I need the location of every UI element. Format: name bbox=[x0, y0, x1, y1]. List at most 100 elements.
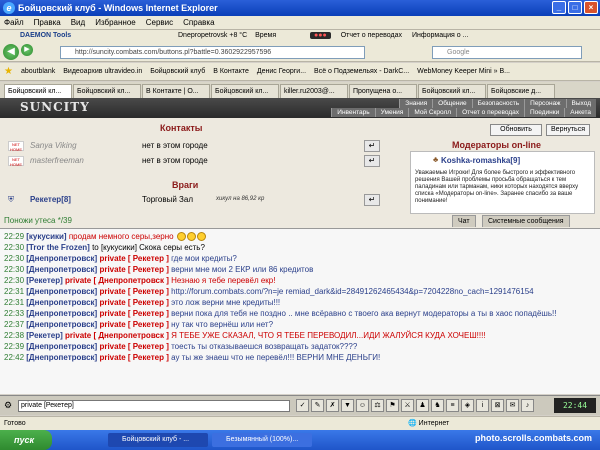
contact-location: нет в этом городе bbox=[142, 141, 208, 150]
close-button[interactable]: × bbox=[584, 1, 598, 14]
favorite-item[interactable]: Денис Георги... bbox=[257, 68, 306, 75]
chat-settings-icon[interactable]: ⚙ bbox=[4, 400, 12, 411]
moderators-panel: ♣ Koshka-romashka[9] Уважаемые Игроки! Д… bbox=[410, 151, 595, 214]
menu-view[interactable]: Вид bbox=[71, 18, 85, 27]
browser-tab[interactable]: Бойцовский кл... bbox=[211, 84, 279, 98]
browser-tab[interactable]: Бойцовский кл... bbox=[4, 84, 72, 98]
browser-tab[interactable]: killer.ru2003@... bbox=[280, 84, 348, 98]
enemy-row: ⛨ Рекетер[8] Торговый Зал хикул на 86,92… bbox=[8, 194, 383, 208]
taskbar-item[interactable]: Бойцовский клуб - ... bbox=[108, 433, 208, 447]
user-icon[interactable]: ♟ bbox=[416, 399, 429, 412]
start-button[interactable]: пуск bbox=[0, 430, 52, 450]
browser-tabs: Бойцовский кл... Бойцовский кл... В Конт… bbox=[0, 82, 600, 98]
search-input[interactable]: Google bbox=[432, 46, 582, 59]
game-menu-item[interactable]: Умения bbox=[374, 108, 409, 117]
watermark: photo.scrolls.combats.com bbox=[474, 433, 592, 443]
weather-widget[interactable]: Dnepropetrovsk +8 °C Время bbox=[178, 32, 276, 39]
address-input[interactable]: http://suncity.combats.com/buttons.pl?ba… bbox=[60, 46, 365, 59]
enter-arrow-icon[interactable]: ↵ bbox=[364, 194, 380, 206]
transfer-report-link[interactable]: Отчет о переводах bbox=[341, 32, 402, 39]
favorite-item[interactable]: Бойцовский клуб bbox=[150, 68, 205, 75]
fight-icon[interactable]: ⚔ bbox=[401, 399, 414, 412]
internet-zone: 🌐 Интернет bbox=[408, 420, 450, 427]
status-bar: Готово 🌐 Интернет bbox=[0, 416, 600, 430]
menu-favorites[interactable]: Избранное bbox=[95, 18, 136, 27]
favorite-item[interactable]: Видеоархив ultravideo.in bbox=[63, 68, 142, 75]
enter-arrow-icon[interactable]: ↵ bbox=[364, 140, 380, 152]
favorite-item[interactable]: В Контакте bbox=[213, 68, 249, 75]
back-arrow-icon[interactable]: ◀ bbox=[3, 44, 19, 60]
mail-icon[interactable]: ✉ bbox=[506, 399, 519, 412]
game-menu-item[interactable]: Выход bbox=[565, 99, 596, 108]
game-clock: 22:44 bbox=[554, 398, 596, 413]
chat-location: Поножи утеса */39 bbox=[4, 216, 72, 225]
smiley-icon bbox=[186, 232, 196, 242]
enemy-name[interactable]: Рекетер[8] bbox=[30, 195, 71, 204]
game-menu-item[interactable]: Общение bbox=[432, 99, 472, 108]
browser-tab[interactable]: Бойцовский кл... bbox=[418, 84, 486, 98]
maximize-button[interactable]: □ bbox=[568, 1, 582, 14]
party-icon[interactable]: ⚑ bbox=[386, 399, 399, 412]
sound-icon[interactable]: ♪ bbox=[521, 399, 534, 412]
clear-icon[interactable]: ✗ bbox=[326, 399, 339, 412]
browser-tab[interactable]: Пропущена о... bbox=[349, 84, 417, 98]
game-menu-item[interactable]: Инвентарь bbox=[331, 108, 375, 117]
minimize-button[interactable]: _ bbox=[552, 1, 566, 14]
game-menu-item[interactable]: Мой Скролл bbox=[408, 108, 457, 117]
star-icon[interactable]: ★ bbox=[4, 66, 13, 77]
taskbar-item[interactable]: Безымянный (100%)... bbox=[212, 433, 312, 447]
filter-icon[interactable]: ▼ bbox=[341, 399, 354, 412]
smiley-icon bbox=[196, 232, 206, 242]
browser-tab[interactable]: В Контакте | О... bbox=[142, 84, 210, 98]
game-menu-item[interactable]: Персонаж bbox=[524, 99, 566, 108]
game-menu-item[interactable]: Поединки bbox=[523, 108, 565, 117]
send-icon[interactable]: ✓ bbox=[296, 399, 309, 412]
moderator-name[interactable]: Koshka-romashka[9] bbox=[441, 156, 520, 165]
menu-edit[interactable]: Правка bbox=[34, 18, 61, 27]
window-titlebar: e Бойцовский клуб - Windows Internet Exp… bbox=[0, 0, 600, 16]
scroll-icon[interactable]: ≡ bbox=[446, 399, 459, 412]
edit-icon[interactable]: ✎ bbox=[311, 399, 324, 412]
chat-message: 22:39 [Днепропетровск] private [ Рекетер… bbox=[4, 342, 358, 351]
moderators-notice: Уважаемые Игроки! Для более быстрого и э… bbox=[415, 170, 579, 204]
chat-message: 22:31 [Днепропетровск] private [ Рекетер… bbox=[4, 287, 534, 296]
enter-arrow-icon[interactable]: ↵ bbox=[364, 155, 380, 167]
tab-system-messages[interactable]: Системные сообщения bbox=[482, 215, 570, 227]
chat-input-bar: ⚙ private [Рекетер] ✓ ✎ ✗ ▼ ☺ ⚖ ⚑ ⚔ ♟ ♞ … bbox=[0, 395, 600, 415]
trade-icon[interactable]: ⚖ bbox=[371, 399, 384, 412]
chat-message: 22:38 [Рекетер] private [ Днепропетровск… bbox=[4, 331, 486, 340]
chat-toolbar: ✓ ✎ ✗ ▼ ☺ ⚖ ⚑ ⚔ ♟ ♞ ≡ ◈ i ⊠ ✉ ♪ bbox=[296, 399, 534, 412]
forward-arrow-icon[interactable]: ▶ bbox=[21, 44, 33, 56]
contact-status-icon: NET HOME bbox=[8, 141, 24, 152]
browser-tab[interactable]: Бойцовские д... bbox=[487, 84, 555, 98]
menu-tools[interactable]: Сервис bbox=[146, 18, 173, 27]
enemy-note: хикул на 86,92 кр bbox=[216, 196, 265, 202]
info-icon[interactable]: i bbox=[476, 399, 489, 412]
refresh-button[interactable]: Обновить bbox=[490, 124, 542, 136]
game-menu-item[interactable]: Знания bbox=[399, 99, 433, 108]
game-menu-item[interactable]: Анкета bbox=[564, 108, 596, 117]
chat-input[interactable]: private [Рекетер] bbox=[18, 400, 290, 412]
favorite-item[interactable]: aboutblank bbox=[21, 68, 55, 75]
group-icon[interactable]: ♞ bbox=[431, 399, 444, 412]
browser-tab[interactable]: Бойцовский кл... bbox=[73, 84, 141, 98]
info-link[interactable]: Информация о ... bbox=[412, 32, 468, 39]
menu-help[interactable]: Справка bbox=[183, 18, 214, 27]
game-menu-top: Знания Общение Безопасность Персонаж Вых… bbox=[399, 99, 596, 108]
smiles-icon[interactable]: ☺ bbox=[356, 399, 369, 412]
contact-name[interactable]: Sanya Viking bbox=[30, 141, 77, 150]
back-button[interactable]: Вернуться bbox=[546, 124, 590, 136]
map-icon[interactable]: ◈ bbox=[461, 399, 474, 412]
shield-icon: ⛨ bbox=[8, 195, 14, 204]
contact-name[interactable]: masterfreeman bbox=[30, 156, 84, 165]
smiley-icon bbox=[176, 232, 186, 242]
game-menu-item[interactable]: Отчет о переводах bbox=[456, 108, 524, 117]
contacts-panel: Контакты NET HOME Sanya Viking нет в этом… bbox=[0, 118, 600, 214]
menu-file[interactable]: Файл bbox=[4, 18, 24, 27]
tab-chat[interactable]: Чат bbox=[452, 215, 476, 227]
lock-icon[interactable]: ⊠ bbox=[491, 399, 504, 412]
favorite-item[interactable]: WebMoney Keeper Mini » В... bbox=[417, 68, 510, 75]
toolbar-indicator[interactable]: ●●● bbox=[310, 32, 331, 39]
favorite-item[interactable]: Всё о Подземельях - DarkC... bbox=[314, 68, 409, 75]
game-menu-item[interactable]: Безопасность bbox=[471, 99, 525, 108]
